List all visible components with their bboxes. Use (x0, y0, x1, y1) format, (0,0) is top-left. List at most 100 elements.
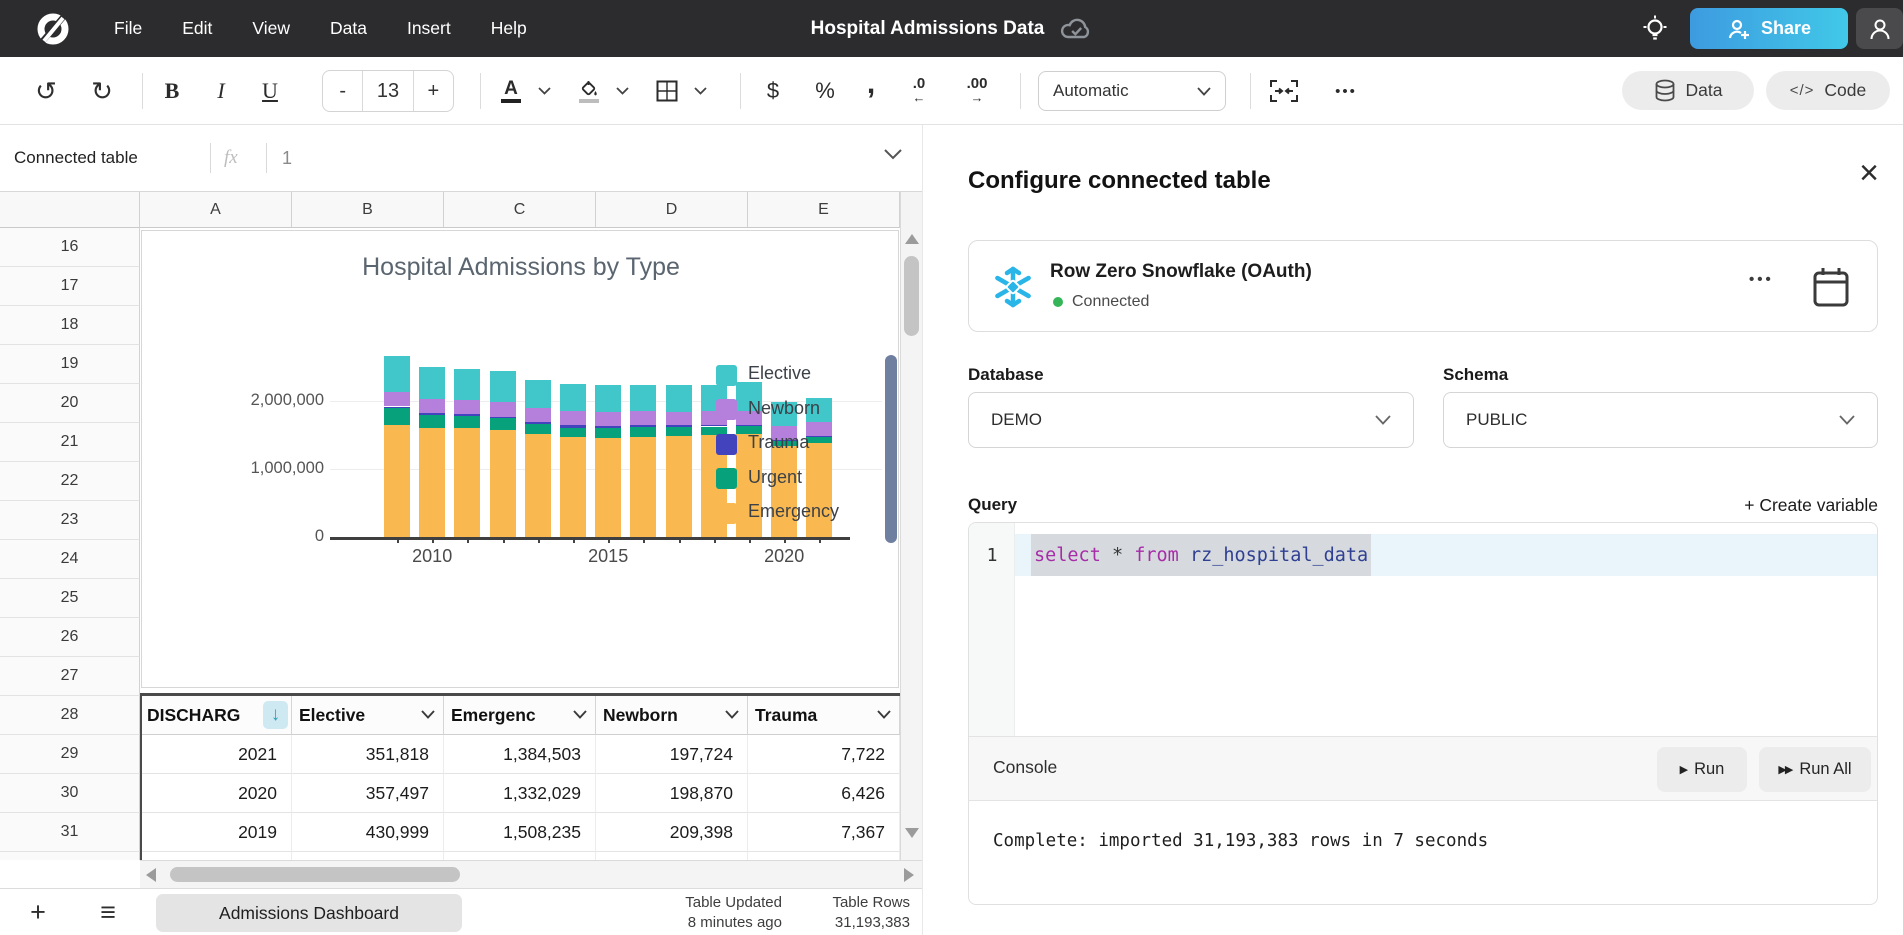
bar-segment-urgent-2010[interactable] (419, 415, 445, 429)
bar-segment-emergency-2009[interactable] (384, 425, 410, 537)
percent-format-button[interactable]: % (804, 57, 846, 125)
row-header-23[interactable]: 23 (0, 501, 140, 540)
bar-segment-elective-2015[interactable] (595, 385, 621, 412)
more-options-button[interactable]: ••• (1324, 57, 1368, 125)
row-header-32[interactable]: 32 (0, 852, 140, 860)
row-header-17[interactable]: 17 (0, 267, 140, 306)
row-header-30[interactable]: 30 (0, 774, 140, 813)
table-cell[interactable]: 7,722 (748, 735, 900, 774)
currency-format-button[interactable]: $ (754, 57, 792, 125)
sheet-list-button[interactable]: ≡ (86, 889, 130, 935)
row-header-16[interactable]: 16 (0, 228, 140, 267)
share-button[interactable]: Share (1690, 8, 1848, 49)
bar-segment-urgent-2015[interactable] (595, 428, 621, 438)
vertical-scrollbar[interactable] (900, 192, 922, 860)
fit-columns-button[interactable] (1262, 57, 1306, 125)
borders-chevron[interactable] (688, 57, 712, 125)
create-variable-button[interactable]: + Create variable (1643, 495, 1878, 516)
horizontal-scroll-thumb[interactable] (170, 867, 460, 882)
table-cell[interactable]: 2019 (140, 813, 292, 852)
table-cell[interactable]: 430,999 (292, 813, 444, 852)
text-color-button[interactable]: A (492, 57, 530, 125)
row-header-26[interactable]: 26 (0, 618, 140, 657)
bar-segment-emergency-2013[interactable] (525, 434, 551, 537)
connection-more-button[interactable]: ••• (1749, 271, 1774, 288)
schema-select[interactable]: PUBLIC (1443, 392, 1878, 448)
table-cell[interactable]: 197,724 (596, 735, 748, 774)
bar-segment-elective-2014[interactable] (560, 384, 586, 411)
row-header-29[interactable]: 29 (0, 735, 140, 774)
table-cell[interactable]: 2020 (140, 774, 292, 813)
rowzero-logo-icon[interactable] (30, 9, 76, 49)
bar-segment-emergency-2011[interactable] (454, 428, 480, 537)
bar-segment-trauma-2016[interactable] (630, 425, 656, 427)
bar-segment-newborn-2016[interactable] (630, 411, 656, 425)
database-select[interactable]: DEMO (968, 392, 1414, 448)
bar-segment-emergency-2021[interactable] (806, 443, 832, 537)
scroll-up-arrow[interactable] (905, 234, 919, 244)
row-header-20[interactable]: 20 (0, 384, 140, 423)
column-filter-chevron[interactable] (725, 710, 739, 719)
bar-segment-elective-2016[interactable] (630, 385, 656, 412)
bar-segment-emergency-2017[interactable] (666, 436, 692, 537)
column-header-D[interactable]: D (596, 192, 748, 228)
bar-segment-urgent-2016[interactable] (630, 427, 656, 436)
bar-segment-newborn-2015[interactable] (595, 412, 621, 426)
bar-segment-urgent-2014[interactable] (560, 428, 586, 438)
table-cell[interactable]: 209,398 (596, 813, 748, 852)
bar-segment-newborn-2014[interactable] (560, 411, 586, 425)
bar-segment-newborn-2013[interactable] (525, 408, 551, 422)
column-header-E[interactable]: E (748, 192, 900, 228)
bar-segment-emergency-2014[interactable] (560, 437, 586, 537)
bold-button[interactable]: B (152, 57, 192, 125)
bar-segment-elective-2011[interactable] (454, 369, 480, 400)
lightbulb-icon[interactable] (1638, 12, 1672, 46)
run-all-button[interactable]: ▶▶ Run All (1759, 747, 1871, 792)
bar-segment-urgent-2017[interactable] (666, 427, 692, 436)
bar-segment-trauma-2009[interactable] (384, 407, 410, 408)
increase-font-size-button[interactable]: + (414, 71, 453, 111)
schedule-calendar-button[interactable] (1811, 265, 1851, 309)
bar-segment-newborn-2010[interactable] (419, 399, 445, 413)
text-color-chevron[interactable] (532, 57, 556, 125)
bar-segment-urgent-2009[interactable] (384, 407, 410, 425)
account-avatar[interactable] (1856, 8, 1903, 49)
menu-edit[interactable]: Edit (162, 10, 232, 47)
sheet-tab-admissions-dashboard[interactable]: Admissions Dashboard (156, 894, 462, 932)
document-title[interactable]: Hospital Admissions Data (811, 18, 1045, 40)
sql-query-text[interactable]: select * from rz_hospital_data (1031, 534, 1371, 576)
bar-segment-trauma-2018[interactable] (701, 425, 727, 426)
decrease-font-size-button[interactable]: - (323, 71, 362, 111)
bar-segment-emergency-2016[interactable] (630, 437, 656, 537)
table-cell[interactable]: 2021 (140, 735, 292, 774)
bar-segment-urgent-2021[interactable] (806, 436, 832, 442)
bar-segment-elective-2013[interactable] (525, 380, 551, 409)
menu-help[interactable]: Help (471, 10, 547, 47)
table-column-header-emergenc[interactable]: Emergenc (444, 696, 596, 735)
bar-segment-emergency-2020[interactable] (771, 446, 797, 537)
column-filter-chevron[interactable] (877, 710, 891, 719)
number-format-select[interactable]: Automatic (1038, 71, 1226, 111)
table-cell[interactable]: 1,384,503 (444, 735, 596, 774)
code-view-button[interactable]: </> Code (1766, 71, 1890, 110)
sort-descending-icon[interactable]: ↓ (263, 701, 288, 729)
data-view-button[interactable]: Data (1622, 71, 1754, 110)
column-header-C[interactable]: C (444, 192, 596, 228)
table-cell[interactable]: 7,367 (748, 813, 900, 852)
table-cell[interactable]: 6,426 (748, 774, 900, 813)
fill-color-chevron[interactable] (610, 57, 634, 125)
formula-input[interactable]: 1 (282, 125, 292, 191)
bar-segment-elective-2017[interactable] (666, 385, 692, 412)
vertical-scroll-thumb[interactable] (904, 256, 919, 336)
bar-segment-trauma-2013[interactable] (525, 422, 551, 424)
scroll-left-arrow[interactable] (146, 868, 156, 882)
bar-segment-trauma-2012[interactable] (490, 417, 516, 419)
bar-segment-emergency-2010[interactable] (419, 428, 445, 537)
menu-view[interactable]: View (232, 10, 310, 47)
table-column-header-discharg[interactable]: DISCHARG↓ (140, 696, 292, 735)
comma-format-button[interactable]: , (856, 57, 886, 125)
menu-file[interactable]: File (94, 10, 162, 47)
row-header-22[interactable]: 22 (0, 462, 140, 501)
bar-segment-newborn-2017[interactable] (666, 412, 692, 426)
table-cell[interactable]: 351,818 (292, 735, 444, 774)
